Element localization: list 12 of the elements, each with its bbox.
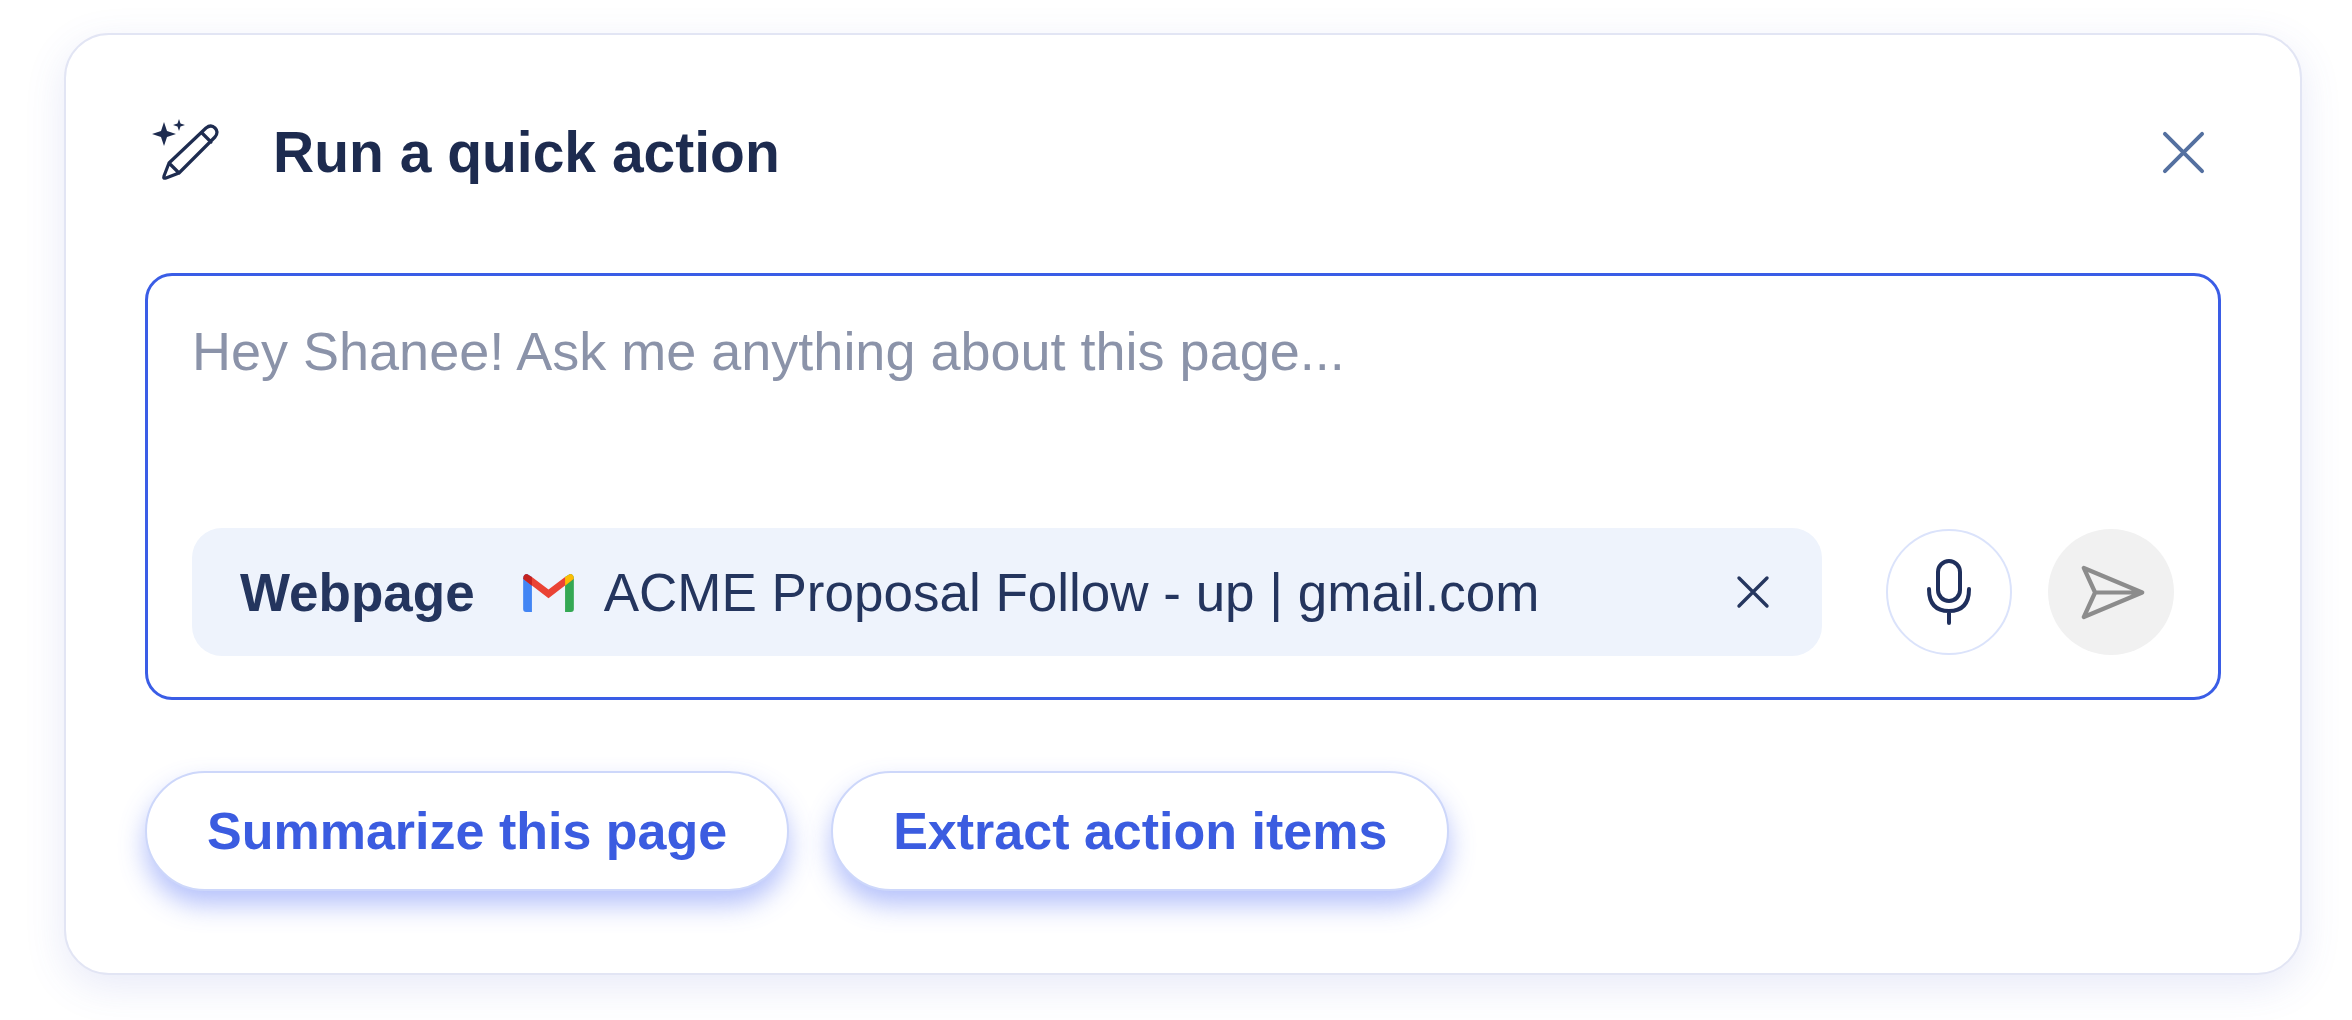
close-icon [1736, 575, 1770, 609]
chip-label: Webpage [240, 561, 475, 623]
page-title: ACME Proposal Follow - up | gmail.com [603, 561, 1540, 623]
quick-action-button[interactable]: Extract action items [831, 771, 1450, 891]
quick-action-button[interactable]: Summarize this page [145, 771, 790, 891]
prompt-input[interactable]: Hey Shanee! Ask me anything about this page... [192, 310, 2174, 508]
send-icon [2080, 563, 2146, 621]
prompt-box[interactable]: Hey Shanee! Ask me anything about this page... Webpage ACME Proposal Follow - up | gmail.com [145, 273, 2221, 700]
dialog-title: Run a quick action [273, 119, 780, 185]
close-icon [2162, 130, 2205, 174]
microphone-icon [1926, 558, 1972, 626]
mail-logo-icon [522, 572, 574, 612]
